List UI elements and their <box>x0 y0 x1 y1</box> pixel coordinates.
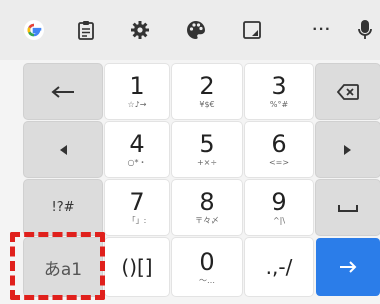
key-7[interactable]: 7 「」: <box>105 180 169 235</box>
input-mode-key[interactable]: あa1 <box>24 238 102 296</box>
key-2[interactable]: 2 ¥$€ <box>172 64 242 119</box>
arrow-left-long-icon <box>51 85 74 98</box>
key-9-main: 9 <box>271 188 287 216</box>
key-6-sub: <=> <box>268 158 290 167</box>
key-7-sub: 「」: <box>127 216 147 225</box>
punctuation-label: .,-/ <box>265 255 293 279</box>
key-3-main: 3 <box>271 72 287 100</box>
key-4-sub: ○*・ <box>127 158 147 167</box>
key-2-main: 2 <box>199 72 215 100</box>
key-0-main: 0 <box>199 247 215 276</box>
mic-icon[interactable] <box>358 12 380 48</box>
key-4[interactable]: 4 ○*・ <box>105 122 169 177</box>
enter-key[interactable] <box>316 238 380 296</box>
key-8-main: 8 <box>199 188 215 216</box>
key-3[interactable]: 3 %°# <box>245 64 313 119</box>
input-mode-label: あa1 <box>43 259 83 280</box>
key-6[interactable]: 6 <=> <box>245 122 313 177</box>
key-7-main: 7 <box>129 188 145 216</box>
cursor-left-key[interactable] <box>24 122 102 177</box>
key-5-sub: +×÷ <box>196 158 218 167</box>
key-5-main: 5 <box>199 130 215 158</box>
settings-gear-icon[interactable] <box>124 12 156 48</box>
resize-icon[interactable] <box>236 12 268 48</box>
key-9-sub: ^|\ <box>272 216 286 225</box>
palette-icon[interactable] <box>180 12 212 48</box>
key-1-sub: ☆♪→ <box>127 100 147 109</box>
google-g-icon[interactable] <box>18 12 50 48</box>
key-0-sub: 〜… <box>199 275 215 285</box>
triangle-right-icon <box>344 144 351 155</box>
more-icon[interactable]: ··· <box>306 12 338 48</box>
symbols-key[interactable]: !?# <box>24 180 102 235</box>
triangle-left-icon <box>60 144 67 155</box>
key-2-sub: ¥$€ <box>199 100 215 109</box>
key-5[interactable]: 5 +×÷ <box>172 122 242 177</box>
clipboard-icon[interactable] <box>70 12 102 48</box>
punctuation-key[interactable]: .,-/ <box>245 238 313 296</box>
key-4-main: 4 <box>129 130 145 158</box>
brackets-label: ()[] <box>121 255 153 279</box>
arrow-right-icon <box>340 261 357 273</box>
backspace-icon <box>337 83 359 100</box>
key-1[interactable]: 1 ☆♪→ <box>105 64 169 119</box>
backspace-cursor-key[interactable] <box>24 64 102 119</box>
key-1-main: 1 <box>129 72 145 100</box>
key-0[interactable]: 0 〜… <box>172 238 242 296</box>
keyboard: ··· 1 ☆♪→ 2 ¥$€ 3 %°# 4 ○*・ 5 +×÷ 6 <=> … <box>0 0 380 304</box>
key-9[interactable]: 9 ^|\ <box>245 180 313 235</box>
keyboard-toolbar: ··· <box>0 0 380 60</box>
symbols-label: !?# <box>51 200 75 215</box>
key-6-main: 6 <box>271 130 287 158</box>
space-icon <box>338 204 358 212</box>
brackets-key[interactable]: ()[] <box>105 238 169 296</box>
cursor-right-key[interactable] <box>316 122 380 177</box>
key-8[interactable]: 8 〒々〆 <box>172 180 242 235</box>
key-3-sub: %°# <box>269 100 289 109</box>
key-8-sub: 〒々〆 <box>195 216 219 225</box>
delete-key[interactable] <box>316 64 380 119</box>
space-key[interactable] <box>316 180 380 235</box>
